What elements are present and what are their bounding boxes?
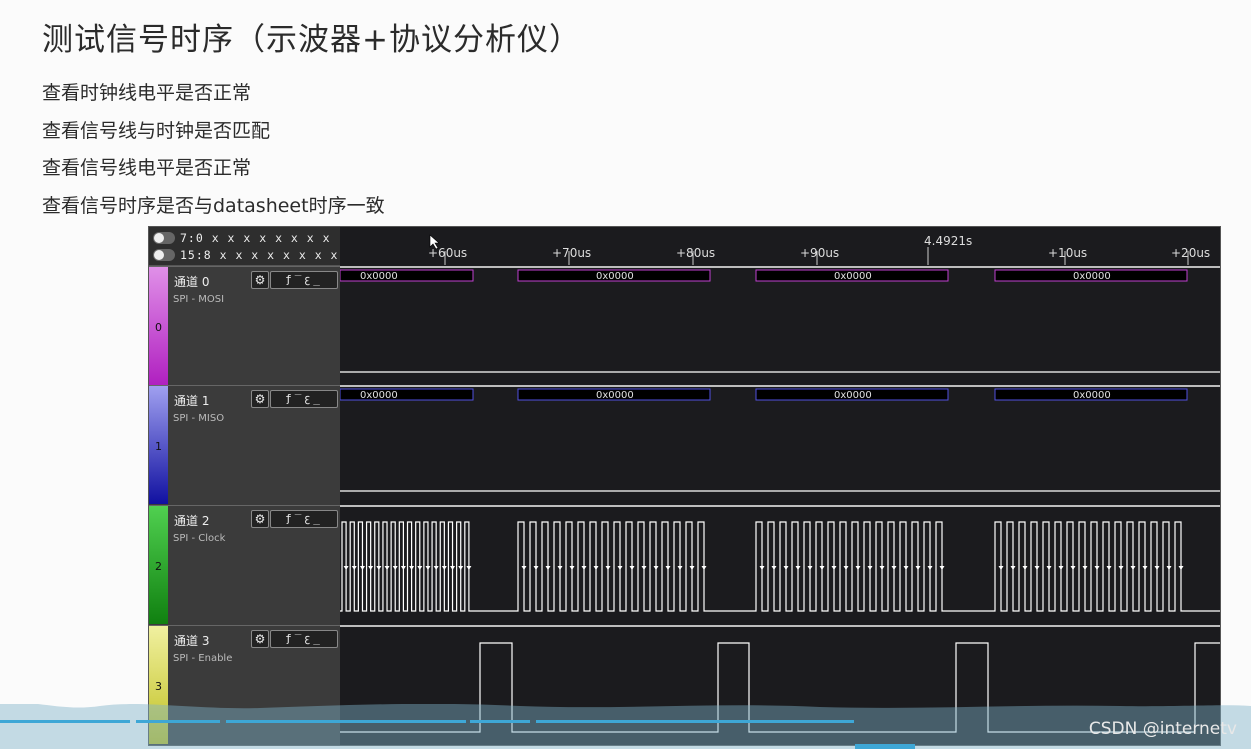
channel-separator bbox=[340, 385, 1220, 387]
watermark: CSDN @internetv bbox=[1088, 719, 1237, 739]
bullet-2: 查看信号线与时钟是否匹配 bbox=[42, 120, 271, 142]
channel-number: 2 bbox=[155, 560, 162, 573]
bits-high-toggle[interactable] bbox=[153, 232, 175, 244]
channel-number: 1 bbox=[155, 440, 162, 453]
gear-icon[interactable]: ⚙ bbox=[251, 630, 269, 648]
channel-name: 通道 3 bbox=[174, 634, 210, 648]
channel-panel: 7:0 x x x x x x x x 15:8 x x x x x x x x… bbox=[149, 227, 340, 745]
bullet-1: 查看时钟线电平是否正常 bbox=[42, 82, 252, 104]
cursor-time-label: 4.4921s bbox=[924, 234, 972, 248]
time-label: +10us bbox=[1048, 246, 1087, 260]
gear-icon[interactable]: ⚙ bbox=[251, 390, 269, 408]
bullet-3: 查看信号线电平是否正常 bbox=[42, 157, 252, 179]
trigger-edge-icons[interactable]: ƒ‾ꜫ_ bbox=[270, 630, 338, 648]
slide-title: 测试信号时序（示波器+协议分析仪） bbox=[42, 22, 581, 58]
decoded-value: 0x0000 bbox=[596, 390, 634, 401]
trigger-edge-icons[interactable]: ƒ‾ꜫ_ bbox=[270, 390, 338, 408]
trigger-edge-icons[interactable]: ƒ‾ꜫ_ bbox=[270, 271, 338, 289]
bullet-4: 查看信号时序是否与datasheet时序一致 bbox=[42, 195, 385, 217]
decoded-value: 0x0000 bbox=[834, 271, 872, 282]
bits-low-label: 15:8 x x x x x x x x bbox=[180, 248, 339, 262]
decoded-value: 0x0000 bbox=[834, 390, 872, 401]
channel-protocol: SPI - MOSI bbox=[173, 294, 225, 305]
channel-row-1[interactable]: 1 通道 1 SPI - MISO ⚙ ƒ‾ꜫ_ bbox=[149, 385, 340, 504]
channel-number: 3 bbox=[155, 680, 162, 693]
time-label: +60us bbox=[428, 246, 467, 260]
gear-icon[interactable]: ⚙ bbox=[251, 271, 269, 289]
logic-analyzer-window: 7:0 x x x x x x x x 15:8 x x x x x x x x… bbox=[148, 226, 1221, 746]
time-label: +80us bbox=[676, 246, 715, 260]
channel-separator bbox=[340, 625, 1220, 627]
channel-name: 通道 1 bbox=[174, 394, 210, 408]
time-label: +20us bbox=[1171, 246, 1210, 260]
channel-row-2[interactable]: 2 通道 2 SPI - Clock ⚙ ƒ‾ꜫ_ bbox=[149, 505, 340, 624]
channel-separator bbox=[340, 505, 1220, 507]
channel-number: 0 bbox=[155, 321, 162, 334]
decoded-value: 0x0000 bbox=[1073, 271, 1111, 282]
clock-trace bbox=[340, 521, 1220, 612]
channel-name: 通道 0 bbox=[174, 275, 210, 289]
channel-protocol: SPI - Clock bbox=[173, 533, 226, 544]
decoded-value: 0x0000 bbox=[1073, 390, 1111, 401]
trigger-edge-icons[interactable]: ƒ‾ꜫ_ bbox=[270, 510, 338, 528]
channel-name: 通道 2 bbox=[174, 514, 210, 528]
video-progress-overlay bbox=[0, 704, 1251, 749]
decoded-value: 0x0000 bbox=[360, 271, 398, 282]
decoded-value: 0x0000 bbox=[360, 390, 398, 401]
bits-high-label: 7:0 x x x x x x x x bbox=[180, 231, 331, 245]
bits-low-toggle[interactable] bbox=[153, 249, 175, 261]
time-label: +90us bbox=[800, 246, 839, 260]
gear-icon[interactable]: ⚙ bbox=[251, 510, 269, 528]
waveform-display[interactable]: +60us +70us +80us +90us +10us +20us 4.4921s 0x… bbox=[340, 227, 1220, 745]
channel-protocol: SPI - Enable bbox=[173, 653, 233, 664]
time-label: +70us bbox=[552, 246, 591, 260]
channel-protocol: SPI - MISO bbox=[173, 413, 225, 424]
channel-row-0[interactable]: 0 通道 0 SPI - MOSI ⚙ ƒ‾ꜫ_ bbox=[149, 266, 340, 385]
bit-header: 7:0 x x x x x x x x 15:8 x x x x x x x x bbox=[149, 227, 340, 266]
decoded-value: 0x0000 bbox=[596, 271, 634, 282]
channel-separator bbox=[340, 266, 1220, 268]
